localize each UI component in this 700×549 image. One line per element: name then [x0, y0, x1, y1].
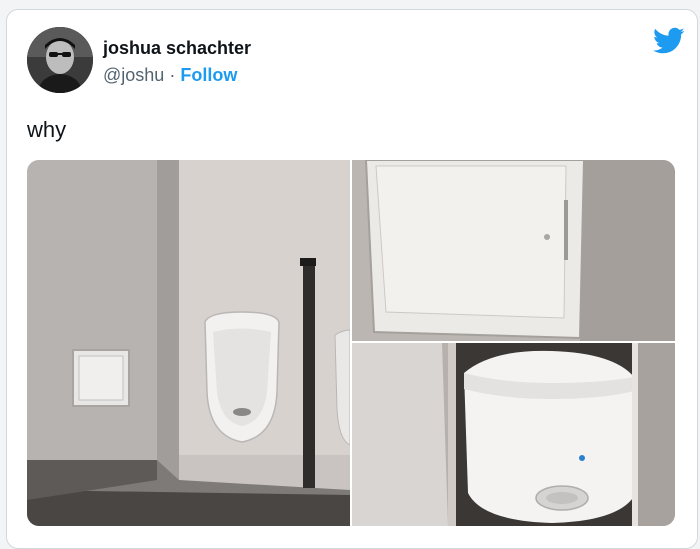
twitter-bird-icon[interactable] [653, 27, 685, 55]
photo-access-panel-open[interactable] [352, 343, 675, 526]
photo-access-panel-closed[interactable] [352, 160, 675, 341]
display-name[interactable]: joshua schachter [103, 37, 251, 59]
user-names: joshua schachter @joshu · Follow [103, 37, 251, 88]
tweet-header: joshua schachter @joshu · Follow [27, 27, 667, 93]
follow-button[interactable]: Follow [180, 65, 237, 85]
photo-urinal-wall[interactable] [27, 160, 350, 526]
separator: · [169, 65, 176, 85]
handle-row: @joshu · Follow [103, 62, 251, 88]
user-handle[interactable]: @joshu [103, 65, 164, 85]
tweet-text: why [27, 117, 67, 142]
media-grid [27, 160, 675, 526]
avatar[interactable] [27, 27, 93, 93]
tweet-card: joshua schachter @joshu · Follow why [6, 9, 698, 549]
